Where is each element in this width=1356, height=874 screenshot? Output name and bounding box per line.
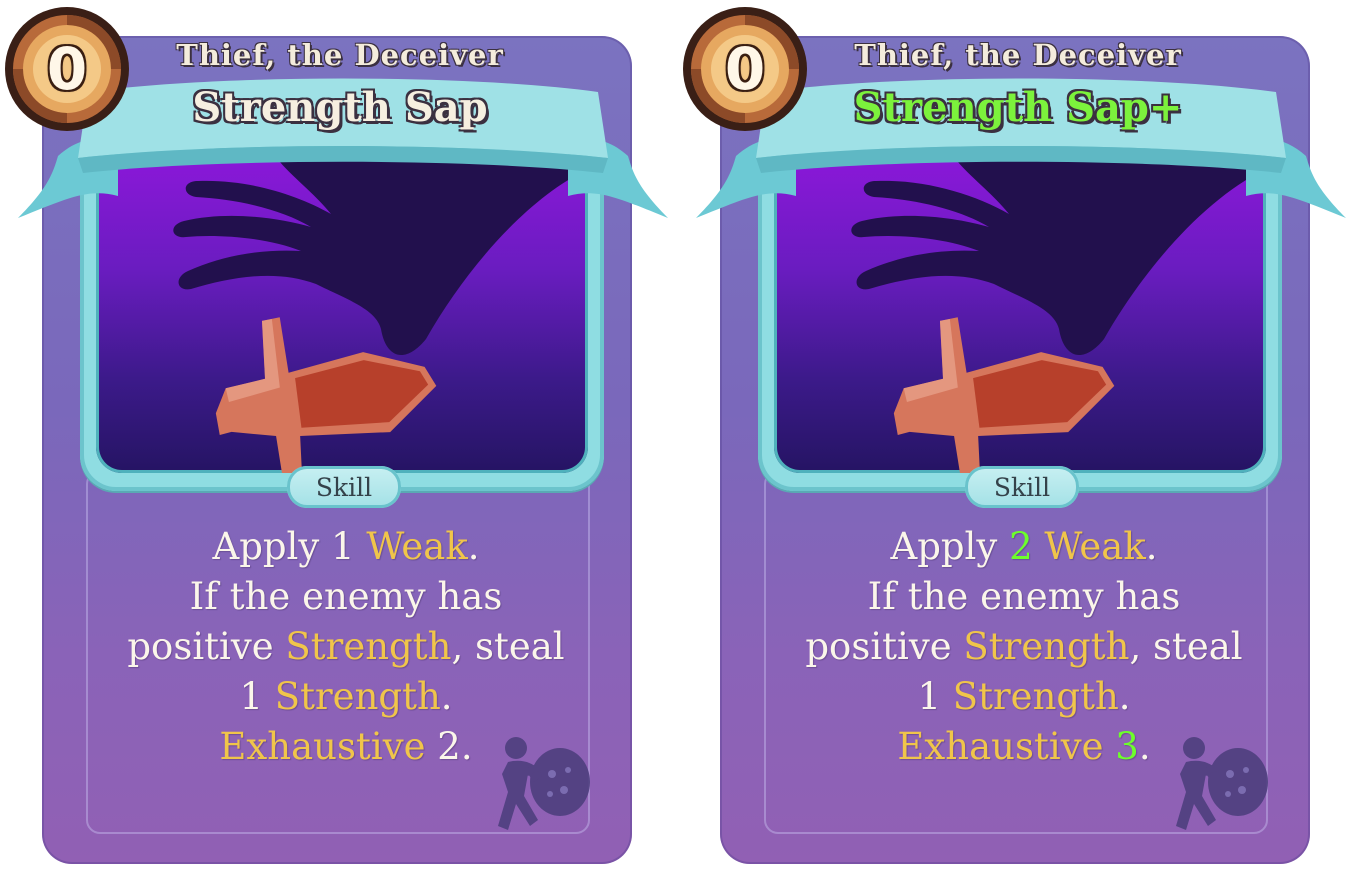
card-type-badge: Skill xyxy=(965,466,1079,508)
description-line: 1 Strength. xyxy=(917,675,1131,718)
card-strength-sap[interactable]: Skill 0 Thief, the Deceiver Strength Sap… xyxy=(0,0,668,874)
upgraded-value: 3 xyxy=(1103,725,1139,768)
description-line: Apply 2 Weak. xyxy=(890,525,1158,568)
description-line: If the enemy has xyxy=(189,575,503,618)
description-line: positive Strength, steal xyxy=(127,625,565,668)
description-line: positive Strength, steal xyxy=(805,625,1243,668)
description-line: If the enemy has xyxy=(867,575,1181,618)
character-name: Thief, the Deceiver xyxy=(854,38,1182,72)
card-strength-sap-upgraded[interactable]: Skill 0 Thief, the Deceiver Strength Sap… xyxy=(678,0,1346,874)
description-line: 1 Strength. xyxy=(239,675,453,718)
upgraded-value: 2 xyxy=(1009,525,1033,568)
keyword-weak: Weak xyxy=(1032,525,1146,568)
keyword-strength: Strength xyxy=(952,675,1119,718)
card-title: Strength Sap+ xyxy=(853,84,1183,131)
card-title: Strength Sap xyxy=(192,84,488,131)
keyword-exhaustive: Exhaustive xyxy=(897,725,1104,768)
keyword-exhaustive: Exhaustive xyxy=(219,725,426,768)
description-line: Apply 1 Weak. xyxy=(212,525,480,568)
thief-with-sack-icon xyxy=(1176,737,1268,830)
keyword-weak: Weak xyxy=(366,525,468,568)
card-type-badge: Skill xyxy=(287,466,401,508)
keyword-strength: Strength xyxy=(963,625,1130,668)
keyword-strength: Strength xyxy=(274,675,441,718)
character-name: Thief, the Deceiver xyxy=(176,38,504,72)
keyword-strength: Strength xyxy=(285,625,452,668)
thief-with-sack-icon xyxy=(498,737,590,830)
